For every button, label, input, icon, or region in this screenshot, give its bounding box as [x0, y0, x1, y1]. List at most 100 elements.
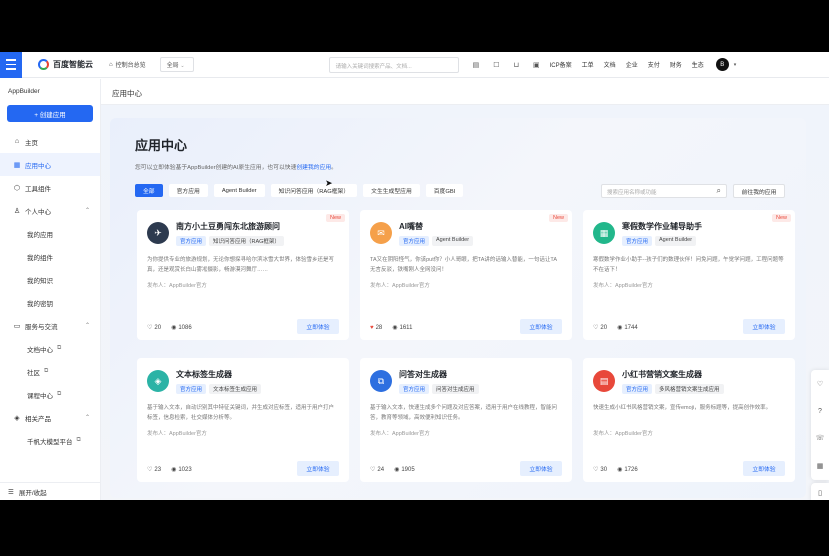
caret-down-icon[interactable]: ▾ [734, 62, 737, 68]
app-card[interactable]: New ✈ 南方小土豆勇闯东北旅游顾问 官方应用 知识问答应用（RAG框架） 为… [137, 210, 349, 340]
app-card[interactable]: ◈ 文本标签生成器 官方应用 文本标签生成应用 基于输入文本，自动识别其中特征关… [137, 358, 349, 482]
app-card[interactable]: ⧉ 问答对生成器 官方应用 问答对生成应用 基于输入文本，快速生成多个问题及对应… [360, 358, 572, 482]
global-search-input[interactable]: 请输入关键词搜索产品、文档... [328, 56, 459, 73]
sidebar-item-app-center[interactable]: ▦ 应用中心 [0, 153, 100, 176]
sidebar-item-home[interactable]: ⌂ 主页 [0, 130, 100, 153]
filter-gbi[interactable]: 百度GBI [425, 184, 464, 197]
card-description: TA又在阴阳怪气，你该put你？小人哥眼，把TA讲的话输入替能，一句话让TA无言… [370, 257, 558, 273]
document-icon[interactable]: ▤ [473, 61, 480, 69]
console-home-link[interactable]: ⌂ 控制台总览 [109, 60, 146, 70]
card-description: 快速生成小红书风格营销文案，宣传emoji，服务标题等，提高创作效率。 [593, 405, 772, 411]
help-icon[interactable]: ? [818, 408, 822, 415]
sidebar-group-service[interactable]: ▭ 服务与交流 ⌃ [0, 314, 100, 337]
app-card[interactable]: New ▦ 寒假数学作业辅导助手 官方应用 Agent Builder 寒假数学… [583, 210, 795, 340]
card-title: 问答对生成器 [399, 370, 447, 379]
sidebar-group-related[interactable]: ◈ 相关产品 ⌃ [0, 406, 100, 429]
like-count[interactable]: ♡ 20 [593, 324, 607, 332]
goto-my-apps-button[interactable]: 前往我的应用 [733, 184, 785, 198]
avatar[interactable]: B [715, 58, 729, 71]
cube-icon: ⬡ [13, 184, 21, 192]
card-title-block: 问答对生成器 官方应用 问答对生成应用 [399, 368, 479, 394]
notification-icon[interactable]: ☐ [493, 61, 499, 69]
view-count: ◉ 1905 [394, 466, 415, 474]
topbar-link-ecosystem[interactable]: 生态 [692, 60, 704, 69]
like-count[interactable]: ♥ 28 [370, 325, 382, 331]
home-icon: ⌂ [109, 61, 113, 68]
menu-icon[interactable] [0, 52, 22, 78]
phone-icon[interactable]: ☏ [816, 434, 825, 442]
sidebar-item-label: 我的应用 [27, 231, 53, 239]
topbar-link-ticket[interactable]: 工单 [582, 60, 594, 69]
sidebar-item-label: 文档中心 [27, 346, 53, 354]
card-footer: ♥ 28 ◉ 1611 立即体验 [370, 319, 562, 334]
app-icon: ▦ [593, 222, 615, 244]
external-link-icon: ⧉ [76, 437, 81, 443]
sidebar-group-personal[interactable]: ♙ 个人中心 ⌃ [0, 199, 100, 222]
card-tags: 官方应用 Agent Builder [399, 236, 474, 246]
try-now-button[interactable]: 立即体验 [520, 461, 562, 476]
sidebar: AppBuilder + 创建应用 ⌂ 主页 ▦ 应用中心 ⬡ 工具组件 ♙ 个… [0, 79, 101, 500]
sidebar-item-tools[interactable]: ⬡ 工具组件 [0, 176, 100, 199]
topbar-link-icp[interactable]: ICP备案 [550, 60, 572, 69]
card-tag: 官方应用 [399, 384, 430, 394]
try-now-button[interactable]: 立即体验 [297, 461, 339, 476]
card-footer: ♡ 20 ◉ 1744 立即体验 [593, 319, 785, 334]
region-select[interactable]: 全局 ⌄ [159, 57, 194, 72]
sidebar-item-community[interactable]: 社区 ⧉ [0, 360, 100, 383]
like-count[interactable]: ♡ 20 [147, 324, 161, 332]
card-description: 基于输入文本，快速生成多个问题及对应答案，适用于用户在线教程，智能问答，教育等领… [370, 405, 558, 421]
sidebar-item-my-knowledge[interactable]: 我的知识 [0, 268, 100, 291]
card-tag: Agent Builder [432, 236, 474, 246]
create-my-app-link[interactable]: 创建我的应用 [296, 165, 331, 171]
try-now-button[interactable]: 立即体验 [743, 319, 785, 334]
try-now-button[interactable]: 立即体验 [520, 319, 562, 334]
sidebar-item-my-components[interactable]: 我的组件 [0, 245, 100, 268]
search-icon[interactable]: ⌕ [717, 186, 721, 196]
topbar-link-payment[interactable]: 支付 [648, 60, 660, 69]
card-tags: 官方应用 知识问答应用（RAG框架） [176, 236, 284, 246]
file-button[interactable]: ▯ [811, 483, 829, 500]
card-title: AI嘴替 [399, 222, 423, 231]
panel-description: 您可以立即体验基于AppBuilder创建的AI原生应用，也可以快速创建我的应用… [135, 162, 337, 171]
brand-logo[interactable]: 百度智能云 [38, 59, 93, 70]
app-card[interactable]: ▤ 小红书营销文案生成器 官方应用 多风格营销文案生成应用 快速生成小红书风格营… [583, 358, 795, 482]
cart-icon[interactable]: ⊔ [514, 61, 519, 69]
card-publisher: 发布人：AppBuilder官方 [370, 283, 430, 289]
card-title: 寒假数学作业辅导助手 [622, 222, 702, 231]
console-home-label: 控制台总览 [115, 63, 146, 69]
card-title-block: AI嘴替 官方应用 Agent Builder [399, 220, 474, 246]
app-card[interactable]: New ✉ AI嘴替 官方应用 Agent Builder TA又在阴阳怪气，你… [360, 210, 572, 340]
sidebar-item-qianfan[interactable]: 千帆大模型平台 ⧉ [0, 429, 100, 452]
feedback-icon[interactable]: ♡ [817, 380, 823, 388]
card-tag: 官方应用 [176, 384, 207, 394]
filter-text-gen[interactable]: 文生生成型应用 [363, 184, 420, 197]
sidebar-title: AppBuilder [8, 88, 40, 95]
sidebar-item-my-keys[interactable]: 我的密钥 [0, 291, 100, 314]
try-now-button[interactable]: 立即体验 [297, 319, 339, 334]
filter-rag[interactable]: 知识问答应用（RAG框架） [270, 184, 358, 197]
like-count[interactable]: ♡ 30 [593, 466, 607, 474]
card-description: 寒假数学作业小助手--孩子们的数理伙伴！问免问题，午觉学问题，工程问题等不在话下… [593, 257, 784, 273]
view-count-value: 1086 [178, 324, 192, 331]
sidebar-item-label: 工具组件 [25, 185, 51, 193]
sidebar-item-courses[interactable]: 课程中心 ⧉ [0, 383, 100, 406]
sidebar-item-my-apps[interactable]: 我的应用 [0, 222, 100, 245]
like-count[interactable]: ♡ 23 [147, 466, 161, 474]
topbar-link-docs[interactable]: 文档 [604, 60, 616, 69]
card-publisher: 发布人：AppBuilder官方 [593, 283, 653, 289]
topbar-link-finance[interactable]: 财务 [670, 60, 682, 69]
message-icon[interactable]: ▣ [533, 61, 540, 69]
filter-agent-builder[interactable]: Agent Builder [213, 184, 265, 197]
topbar-link-enterprise[interactable]: 企业 [626, 60, 638, 69]
view-count-value: 1611 [399, 324, 413, 331]
filter-official[interactable]: 官方应用 [168, 184, 208, 197]
app-search-input[interactable]: 搜索应用名称或功能 ⌕ [601, 184, 727, 198]
like-count[interactable]: ♡ 24 [370, 466, 384, 474]
try-now-button[interactable]: 立即体验 [743, 461, 785, 476]
qr-code-icon[interactable]: ▦ [817, 462, 824, 470]
sidebar-collapse-toggle[interactable]: ☰ 展开/收起 [0, 482, 100, 500]
create-app-button[interactable]: + 创建应用 [7, 105, 93, 122]
sidebar-item-label: 课程中心 [27, 392, 53, 400]
filter-all[interactable]: 全部 [135, 184, 163, 197]
sidebar-item-docs[interactable]: 文档中心 ⧉ [0, 337, 100, 360]
